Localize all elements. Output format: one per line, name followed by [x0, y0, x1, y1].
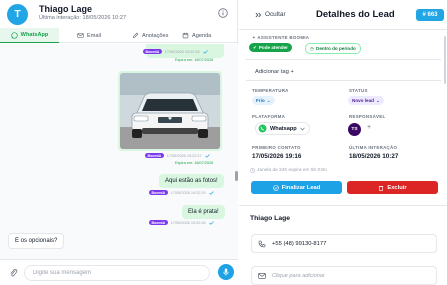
platform-select[interactable]: Whatsapp	[255, 122, 310, 135]
message-time: 17/05/2026 19:22:27	[166, 153, 202, 158]
divider	[239, 205, 447, 206]
message-meta: BoomiA 17/05/2026 19:22:34	[149, 220, 214, 225]
message-meta: BoomiA 17/05/2026 19:22:25	[143, 49, 208, 54]
contact-section-title: Thiago Lage	[250, 215, 291, 222]
temperature-select[interactable]: Frio ⌄	[252, 96, 275, 105]
ai-tag: BoomiA	[143, 49, 162, 54]
platform-label: PLATAFORMA	[252, 114, 286, 119]
tab-label: Anotações	[142, 32, 169, 39]
temperature-label: TEMPERATURA	[252, 88, 289, 93]
whatsapp-icon	[11, 31, 18, 39]
status-badge-can-attend: ✔ Pode atender	[249, 43, 292, 52]
check-circle-icon	[272, 184, 279, 191]
tab-agenda[interactable]: Agenda	[182, 28, 211, 43]
ai-tag: BoomiA	[149, 220, 168, 225]
phone-icon	[258, 240, 266, 248]
delete-button[interactable]: Excluir	[347, 181, 438, 194]
scrollbar[interactable]	[235, 171, 238, 181]
trash-icon	[379, 185, 384, 191]
add-tag-button[interactable]: Adicionar tag +	[255, 69, 294, 75]
details-scrollbar[interactable]	[444, 36, 446, 84]
status-badge-in-period: ◷ Dentro do período	[305, 43, 361, 54]
chevron-down-icon: ⌄	[375, 97, 380, 103]
last-interaction-label: ÚLTIMA INTERAÇÃO	[349, 145, 398, 150]
contact-name: Thiago Lage	[39, 4, 93, 14]
last-interaction-value: 18/05/2026 10:27	[349, 153, 399, 160]
expiry-text: Expira em: 16/07/2026	[175, 58, 214, 62]
page-title: Detalhes do Lead	[316, 9, 395, 20]
last-interaction-text: Última interação: 18/05/2026 10:27	[39, 15, 127, 21]
tab-whatsapp[interactable]: WhatsApp	[0, 28, 59, 43]
read-receipt-icon	[202, 49, 208, 54]
chevron-down-icon	[299, 127, 305, 130]
image-message[interactable]	[118, 71, 222, 151]
whatsapp-icon	[258, 124, 267, 133]
email-field[interactable]: Clique para adicionar	[251, 266, 437, 285]
mail-icon	[258, 273, 266, 279]
responsible-label: RESPONSÁVEL	[349, 114, 386, 119]
chevron-down-icon: ⌄	[266, 97, 271, 103]
check-icon: ✔	[253, 44, 257, 50]
info-icon[interactable]	[218, 8, 228, 18]
lead-details-panel: Ocultar Detalhes do Lead # 663 ✦ ASSISTE…	[239, 0, 447, 285]
car-image-icon	[120, 73, 220, 149]
message-input[interactable]	[24, 265, 210, 281]
message-time: 17/05/2026 19:22:34	[170, 220, 206, 225]
add-responsible-button[interactable]: +	[367, 124, 371, 131]
chat-tabs: WhatsApp Email Anotações Agenda	[0, 28, 238, 43]
finish-lead-button[interactable]: Finalizar Lead	[251, 181, 342, 194]
clock-icon	[250, 168, 255, 173]
details-header: Ocultar Detalhes do Lead # 663	[239, 0, 447, 30]
mail-icon	[77, 33, 84, 38]
calendar-icon	[182, 32, 189, 39]
first-contact-label: PRIMEIRO CONTATO	[252, 145, 301, 150]
window-note: Janela de 24h expira em 5h 03m	[250, 168, 327, 173]
read-receipt-icon	[204, 153, 210, 158]
read-receipt-icon	[208, 190, 214, 195]
phone-field[interactable]: +55 (48) 99130-8177	[251, 234, 437, 253]
tab-label: Agenda	[192, 32, 212, 39]
expiry-text: Expira em: 16/07/2026	[175, 161, 214, 165]
email-placeholder: Clique para adicionar	[272, 273, 325, 279]
mic-button[interactable]	[218, 264, 234, 280]
tab-anotacoes[interactable]: Anotações	[132, 28, 168, 43]
double-chevron-right-icon	[255, 12, 262, 17]
avatar[interactable]: TS	[348, 123, 361, 136]
message-time: 17/05/2026 19:22:29	[170, 190, 206, 195]
message-bubble: Aqui estão as fotos!	[159, 174, 224, 188]
phone-value: +55 (48) 99130-8177	[272, 241, 327, 247]
assistant-label: ✦ ASSISTENTE BOOMIA	[252, 35, 310, 40]
incoming-message: E os opcionais?	[8, 233, 65, 249]
message-time: 17/05/2026 19:22:25	[164, 49, 200, 54]
ai-tag: BoomiA	[149, 190, 168, 195]
read-receipt-icon	[208, 220, 214, 225]
message-list[interactable]: BoomiA 17/05/2026 19:22:25 Expira em: 16…	[0, 44, 238, 259]
tab-label: WhatsApp	[20, 32, 49, 38]
hash-icon: #	[422, 12, 426, 18]
composer	[0, 259, 238, 285]
chat-panel: T Thiago Lage Última interação: 18/05/20…	[0, 0, 238, 285]
first-contact-value: 17/05/2026 19:16	[252, 153, 302, 160]
clock-icon: ◷	[310, 45, 315, 51]
paperclip-icon[interactable]	[9, 268, 18, 278]
message-meta: BoomiA 17/05/2026 19:22:29	[149, 190, 214, 195]
chat-header: T Thiago Lage Última interação: 18/05/20…	[0, 0, 238, 28]
hide-label: Ocultar	[265, 11, 286, 18]
avatar[interactable]: T	[7, 4, 28, 25]
message-bubble: Ela é prata!	[182, 205, 225, 219]
status-label: STATUS	[349, 88, 368, 93]
hide-button[interactable]: Ocultar	[255, 11, 286, 18]
divider	[246, 80, 441, 81]
divider	[246, 59, 441, 60]
edit-icon	[133, 32, 139, 38]
lead-score-badge: # 663	[416, 9, 444, 21]
tab-email[interactable]: Email	[77, 28, 101, 43]
microphone-icon	[223, 268, 229, 276]
car-photo[interactable]	[120, 73, 220, 149]
score-value: 663	[427, 12, 438, 18]
tab-label: Email	[87, 32, 101, 39]
ai-tag: BoomiA	[145, 153, 164, 158]
status-select[interactable]: Novo lead ⌄	[348, 96, 384, 105]
message-meta: BoomiA 17/05/2026 19:22:27	[145, 153, 210, 158]
